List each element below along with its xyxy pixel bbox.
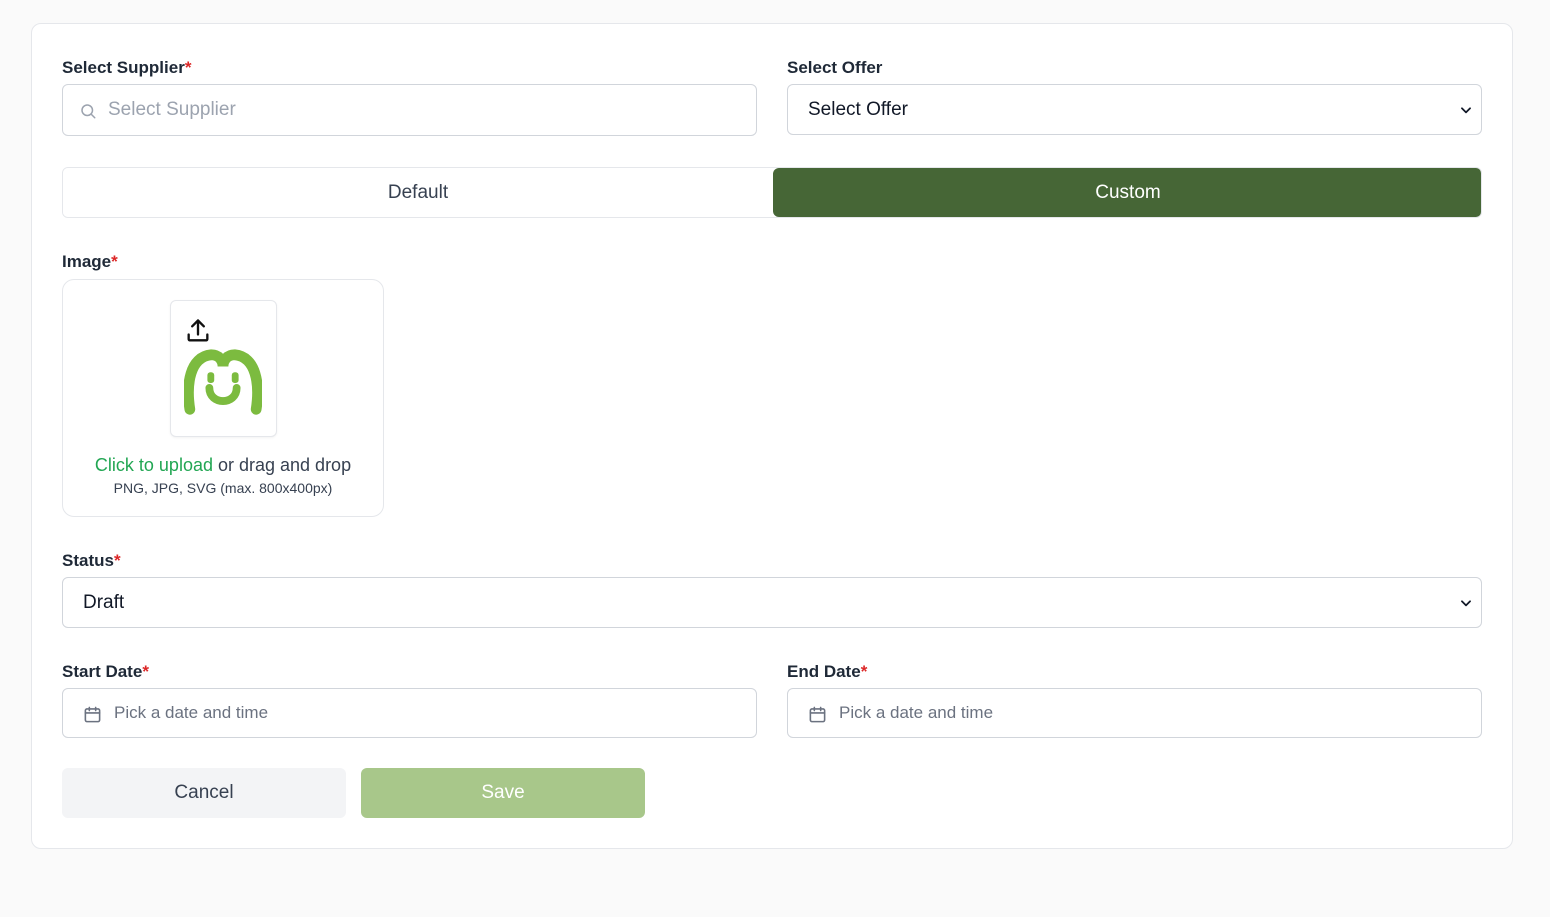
required-mark: *: [142, 662, 149, 681]
toggle-custom-button[interactable]: Custom: [773, 168, 1481, 217]
calendar-icon: [808, 705, 827, 724]
click-to-upload-link[interactable]: Click to upload: [95, 455, 213, 475]
search-icon: [79, 102, 97, 120]
chevron-down-icon: [1459, 103, 1473, 117]
image-label-text: Image: [62, 252, 112, 271]
logo-image: [183, 345, 263, 423]
status-select[interactable]: Draft: [62, 577, 1482, 628]
mode-toggle: Default Custom: [62, 167, 1482, 218]
toggle-default-button[interactable]: Default: [63, 168, 773, 217]
upload-icon[interactable]: [184, 317, 212, 345]
cancel-button[interactable]: Cancel: [62, 768, 346, 818]
upload-instructions: Click to upload or drag and drop: [63, 455, 383, 476]
save-button[interactable]: Save: [361, 768, 645, 818]
offer-select-value: Select Offer: [808, 98, 908, 120]
status-label-text: Status: [62, 551, 114, 570]
offer-label: Select Offer: [787, 58, 883, 77]
end-date-label-text: End Date: [787, 662, 861, 681]
status-select-value: Draft: [83, 591, 125, 613]
image-label: Image*: [62, 252, 118, 272]
offer-form-card: Select Supplier* Select Supplier Select …: [31, 23, 1513, 849]
offer-select[interactable]: Select Offer: [787, 84, 1482, 135]
chevron-down-icon: [1459, 596, 1473, 610]
end-date-picker[interactable]: Pick a date and time: [787, 688, 1482, 738]
supplier-label-text: Select Supplier: [62, 58, 185, 77]
end-date-label: End Date*: [787, 662, 867, 682]
drag-drop-text: or drag and drop: [212, 455, 352, 475]
required-mark: *: [184, 58, 192, 77]
start-date-label-text: Start Date: [62, 662, 143, 681]
start-date-label: Start Date*: [62, 662, 149, 682]
start-date-placeholder: Pick a date and time: [114, 703, 269, 722]
required-mark: *: [111, 252, 118, 271]
supplier-search-field[interactable]: Select Supplier: [62, 84, 757, 136]
required-mark: *: [860, 662, 868, 681]
supplier-placeholder: Select Supplier: [108, 99, 236, 120]
required-mark: *: [113, 551, 121, 570]
image-upload-dropzone[interactable]: Click to upload or drag and drop PNG, JP…: [62, 279, 384, 517]
end-date-placeholder: Pick a date and time: [839, 703, 994, 722]
image-preview: [170, 300, 277, 437]
start-date-picker[interactable]: Pick a date and time: [62, 688, 757, 738]
status-label: Status*: [62, 551, 121, 571]
upload-hint: PNG, JPG, SVG (max. 800x400px): [113, 480, 333, 496]
calendar-icon: [83, 705, 102, 724]
supplier-label: Select Supplier*: [62, 58, 191, 78]
